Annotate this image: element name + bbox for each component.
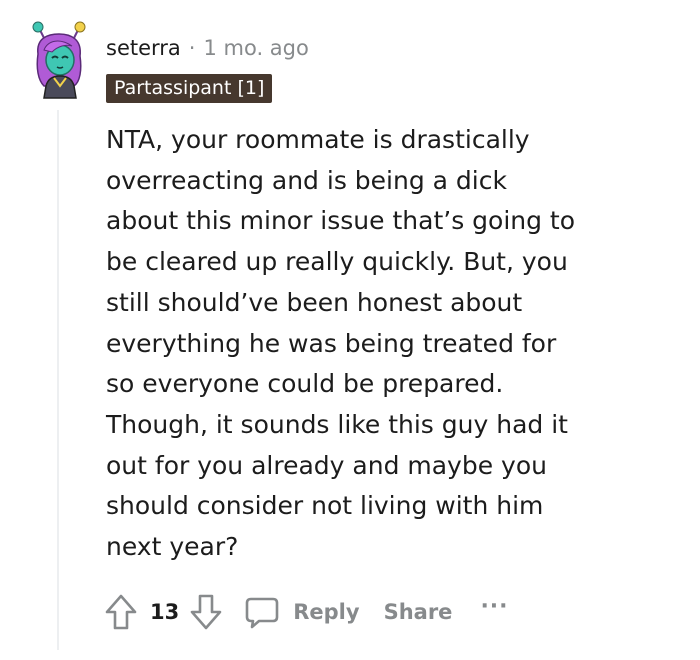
avatar-image [32, 21, 86, 99]
upvote-button[interactable] [104, 593, 138, 631]
comment-actions: 13 Reply Share ··· [104, 592, 509, 632]
thread-line[interactable] [57, 110, 59, 650]
comment-body: NTA, your roommate is drastically overre… [106, 125, 576, 562]
vote-count: 13 [150, 600, 180, 624]
separator-dot: · [188, 36, 196, 60]
reply-button[interactable]: Reply [243, 593, 360, 631]
downvote-arrow-icon [190, 594, 222, 630]
downvote-button[interactable] [189, 593, 223, 631]
comment-header: seterra · 1 mo. ago [106, 34, 309, 62]
avatar[interactable] [30, 20, 88, 100]
more-options-icon[interactable]: ··· [480, 594, 508, 619]
upvote-arrow-icon [105, 594, 137, 630]
timestamp[interactable]: 1 mo. ago [203, 36, 308, 60]
reply-label: Reply [293, 600, 360, 624]
share-button[interactable]: Share [384, 600, 453, 624]
user-flair: Partassipant [1] [106, 74, 273, 103]
speech-bubble-icon [245, 597, 279, 629]
username[interactable]: seterra [106, 36, 181, 60]
